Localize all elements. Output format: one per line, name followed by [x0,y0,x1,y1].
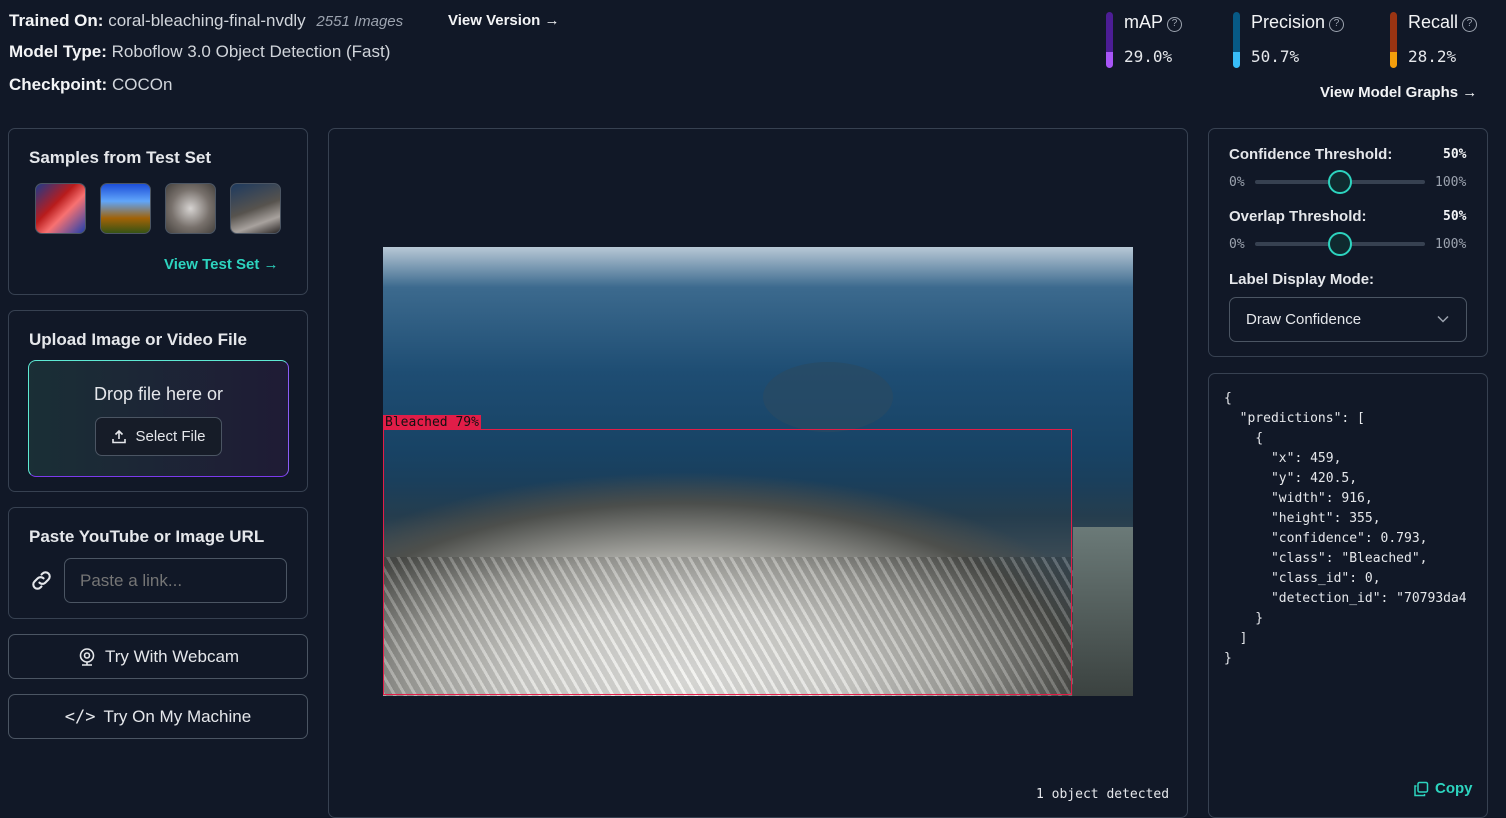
arrow-right-icon: → [544,12,560,29]
chevron-down-icon [1437,315,1449,323]
view-model-graphs-label: View Model Graphs [1320,84,1459,101]
url-input[interactable] [64,558,287,603]
overlap-value: 50% [1443,209,1467,224]
copy-icon [1414,781,1429,796]
copy-label: Copy [1435,780,1473,797]
sample-thumbnail[interactable] [35,183,86,234]
slider-min: 0% [1229,175,1245,190]
confidence-value: 50% [1443,147,1467,162]
dataset-name: coral-bleaching-final-nvdly [108,11,306,30]
arrow-right-icon: → [1462,84,1478,101]
detection-box [383,429,1072,695]
label-mode-value: Draw Confidence [1246,311,1362,328]
code-icon: </> [64,706,96,727]
preview-image: Bleached 79% [383,247,1133,696]
model-type-label: Model Type: [9,42,107,61]
upload-title: Upload Image or Video File [29,330,247,349]
label-mode-label: Label Display Mode: [1229,271,1375,288]
link-icon [32,571,51,590]
metric-name: Recall [1408,12,1459,32]
metric-bar [1390,12,1397,68]
detection-label: Bleached 79% [383,415,481,430]
copy-button[interactable]: Copy [1413,780,1473,797]
webcam-button[interactable]: Try With Webcam [8,634,308,679]
json-output: { "predictions": [ { "x": 459, "y": 420.… [1224,391,1467,666]
confidence-slider-handle[interactable] [1328,170,1352,194]
slider-min: 0% [1229,237,1245,252]
drop-text: Drop file here or [93,384,224,404]
sample-thumbnail[interactable] [100,183,151,234]
metric-bar [1233,12,1240,68]
slider-max: 100% [1435,175,1467,190]
arrow-right-icon: → [263,256,279,273]
help-icon[interactable]: ? [1329,17,1345,32]
trained-on-label: Trained On: [9,11,104,30]
checkpoint-line: Checkpoint: COCOn [9,75,172,95]
select-file-button[interactable]: Select File [95,417,222,456]
machine-label: Try On My Machine [103,706,252,726]
metric-value: 28.2% [1408,47,1457,66]
confidence-label: Confidence Threshold: [1229,146,1393,163]
trained-on-line: Trained On: coral-bleaching-final-nvdly … [9,11,403,31]
model-type-value: Roboflow 3.0 Object Detection (Fast) [111,42,391,61]
select-file-label: Select File [135,428,206,445]
help-icon[interactable]: ? [1167,17,1183,32]
checkpoint-value: COCOn [111,75,173,94]
view-version-label: View Version [448,12,541,29]
detection-status: 1 object detected [1036,787,1170,802]
metric-bar [1106,12,1113,68]
try-on-machine-button[interactable]: </> Try On My Machine [8,694,308,739]
metric-value: 29.0% [1124,47,1173,66]
label-mode-select[interactable]: Draw Confidence [1229,297,1467,342]
help-icon[interactable]: ? [1462,17,1478,32]
view-version-link[interactable]: View Version → [448,12,559,29]
metric-name: mAP [1124,12,1164,32]
slider-max: 100% [1435,237,1467,252]
sample-thumbnail[interactable] [165,183,216,234]
overlap-label: Overlap Threshold: [1229,208,1367,225]
view-test-set-link[interactable]: View Test Set → [164,256,279,273]
checkpoint-label: Checkpoint: [9,75,108,94]
sample-thumbnail[interactable] [230,183,281,234]
upload-icon [112,429,127,443]
url-title: Paste YouTube or Image URL [29,527,265,546]
view-test-set-label: View Test Set [164,256,260,273]
view-model-graphs-link[interactable]: View Model Graphs → [1320,84,1477,101]
model-type-line: Model Type: Roboflow 3.0 Object Detectio… [9,42,390,62]
webcam-label: Try With Webcam [104,646,240,666]
metric-value: 50.7% [1251,47,1300,66]
metric-name: Precision [1251,12,1326,32]
samples-title: Samples from Test Set [29,148,212,167]
overlap-slider-handle[interactable] [1328,232,1352,256]
image-count: 2551 Images [316,13,404,30]
webcam-icon [79,647,95,666]
